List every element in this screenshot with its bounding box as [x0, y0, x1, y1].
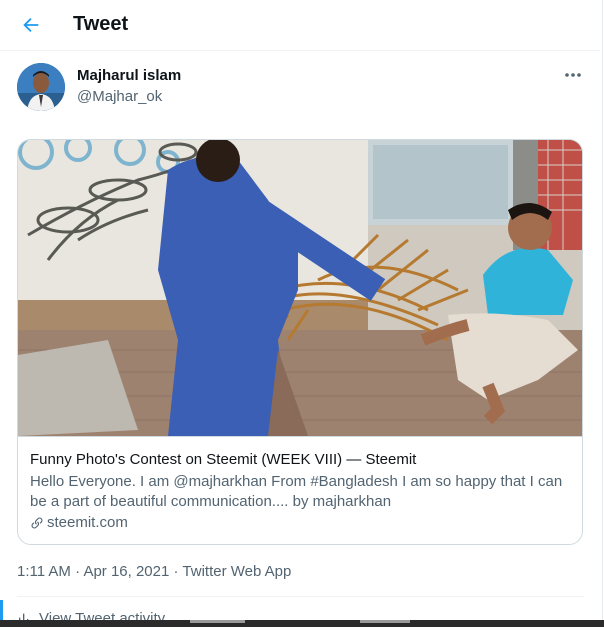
- link-icon: [31, 517, 43, 528]
- meta-separator: ·: [75, 563, 81, 580]
- page-title: Tweet: [73, 13, 129, 35]
- card-body[interactable]: Funny Photo's Contest on Steemit (WEEK V…: [18, 436, 582, 544]
- link-preview-card[interactable]: Funny Photo's Contest on Steemit (WEEK V…: [17, 139, 583, 545]
- avatar-image: [17, 63, 65, 111]
- tweet-time[interactable]: 1:11 AM: [17, 563, 71, 580]
- meta-separator: ·: [173, 563, 179, 580]
- page-header: Tweet: [0, 0, 600, 51]
- card-title: Funny Photo's Contest on Steemit (WEEK V…: [30, 451, 417, 468]
- card-photo: [18, 140, 582, 436]
- tweet-source[interactable]: Twitter Web App: [182, 563, 291, 580]
- more-horizontal-icon: [565, 73, 581, 77]
- arrow-left-icon: [23, 17, 39, 33]
- tweet-timestamp: 1:11 AM · Apr 16, 2021 · Twitter Web App: [17, 563, 291, 580]
- back-button[interactable]: [14, 9, 48, 41]
- avatar[interactable]: [17, 63, 65, 111]
- card-description: Hello Everyone. I am @majharkhan From #B…: [30, 473, 563, 510]
- tweet-detail-panel: Tweet Majharul islam @Majhar_ok Funny Ph…: [0, 0, 603, 626]
- selection-accent: [0, 600, 3, 622]
- divider: [17, 596, 584, 597]
- author-name[interactable]: Majharul islam: [77, 67, 181, 84]
- more-button[interactable]: [560, 64, 586, 86]
- card-domain: steemit.com: [30, 514, 128, 531]
- card-domain-text: steemit.com: [47, 514, 128, 531]
- taskbar-strip: [0, 620, 604, 627]
- author-handle[interactable]: @Majhar_ok: [77, 88, 162, 105]
- tweet-date[interactable]: Apr 16, 2021: [83, 563, 169, 580]
